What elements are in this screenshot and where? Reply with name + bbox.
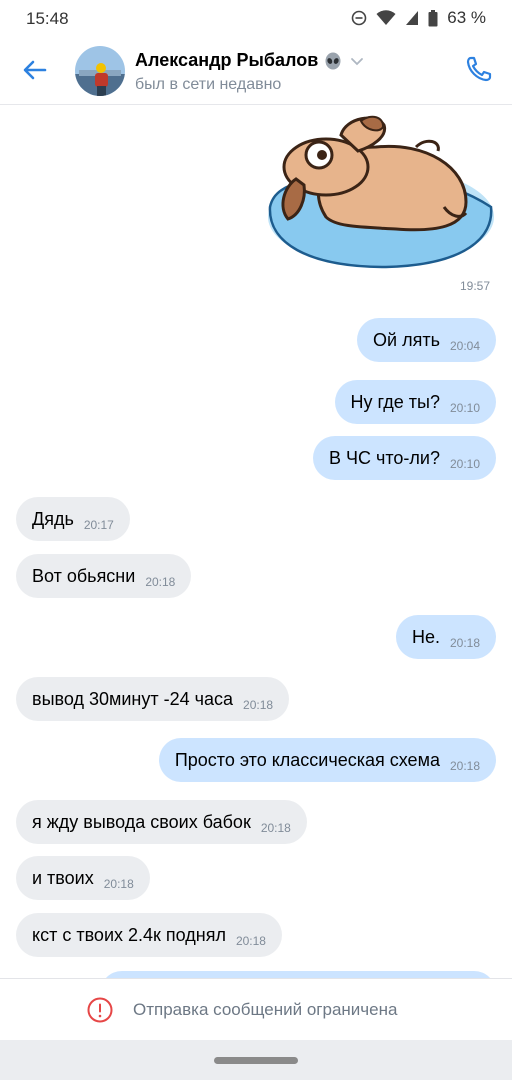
message-text: Ну где ты?: [350, 391, 440, 412]
chevron-down-icon[interactable]: [350, 54, 364, 68]
message-text: Дядь: [32, 508, 74, 529]
message-bubble-incoming[interactable]: кст с твоих 2.4к поднял 20:18: [16, 913, 282, 957]
battery-percent: 63 %: [447, 8, 486, 27]
message-bubble-incoming[interactable]: вывод 30минут -24 часа 20:18: [16, 677, 290, 721]
error-icon: [87, 997, 113, 1023]
message-bubble-incoming[interactable]: Вот обьясни 20:18: [16, 554, 192, 598]
back-arrow-icon[interactable]: [20, 55, 50, 85]
message-time: 20:18: [260, 821, 291, 835]
message-bubble-incoming[interactable]: и твоих 20:18: [16, 856, 150, 900]
alien-icon: [325, 52, 341, 69]
message-text: В ЧС что-ли?: [328, 447, 440, 468]
message-time: 20:18: [243, 698, 274, 712]
sticker-time: 19:57: [459, 279, 490, 293]
message-time: 20:10: [449, 401, 480, 415]
message-text: и твоих: [32, 867, 94, 888]
wifi-icon: [376, 10, 396, 25]
system-nav-bar: [0, 1040, 512, 1080]
dnd-icon: [351, 10, 367, 26]
message-bubble-outgoing-partial[interactable]: [100, 971, 496, 978]
message-time: 20:04: [449, 339, 480, 353]
chat-header: Александр Рыбалов был в сети недавно: [0, 36, 512, 105]
message-text: Просто это классическая схема: [174, 749, 440, 770]
message-bubble-outgoing[interactable]: В ЧС что-ли? 20:10: [312, 436, 496, 480]
message-text: Ой лять: [373, 329, 440, 350]
message-time: 20:18: [449, 759, 480, 773]
message-bubble-incoming[interactable]: Дядь 20:17: [16, 497, 130, 541]
message-time: 20:18: [449, 636, 480, 650]
contact-name-text: Александр Рыбалов: [135, 50, 319, 70]
restricted-text: Отправка сообщений ограничена: [133, 1000, 398, 1019]
message-time: 20:10: [449, 457, 480, 471]
contact-status: был в сети недавно: [135, 76, 282, 93]
message-bubble-incoming[interactable]: я жду вывода своих бабок 20:18: [16, 800, 307, 844]
message-text: я жду вывода своих бабок: [32, 811, 251, 832]
contact-name[interactable]: Александр Рыбалов: [135, 50, 364, 71]
message-bubble-outgoing[interactable]: Не. 20:18: [395, 615, 496, 659]
status-time: 15:48: [26, 9, 69, 28]
status-icons: 63 %: [351, 8, 486, 28]
message-time: 20:17: [83, 518, 114, 532]
message-list[interactable]: 19:57 Ой лять 20:04 Ну где ты? 20:10 В Ч…: [0, 105, 512, 978]
message-bubble-outgoing[interactable]: Ну где ты? 20:10: [334, 380, 496, 424]
signal-icon: [406, 11, 419, 25]
message-bubble-outgoing[interactable]: Ой лять 20:04: [357, 318, 496, 362]
message-text: Вот обьясни: [32, 565, 136, 586]
home-indicator[interactable]: [214, 1057, 298, 1064]
message-time: 20:18: [235, 934, 266, 948]
restricted-notice: Отправка сообщений ограничена: [0, 978, 512, 1041]
sticker-image[interactable]: [266, 107, 496, 275]
message-text: кст с твоих 2.4к поднял: [32, 924, 226, 945]
message-text: Не.: [411, 626, 440, 647]
avatar[interactable]: [75, 46, 125, 96]
message-text: вывод 30минут -24 часа: [32, 688, 234, 709]
status-bar: 15:48 63 %: [0, 0, 512, 36]
battery-icon: [428, 9, 438, 26]
message-bubble-outgoing[interactable]: Просто это классическая схема 20:18: [158, 738, 496, 782]
phone-icon[interactable]: [464, 54, 494, 84]
message-time: 20:18: [103, 877, 134, 891]
message-time: 20:18: [145, 575, 176, 589]
